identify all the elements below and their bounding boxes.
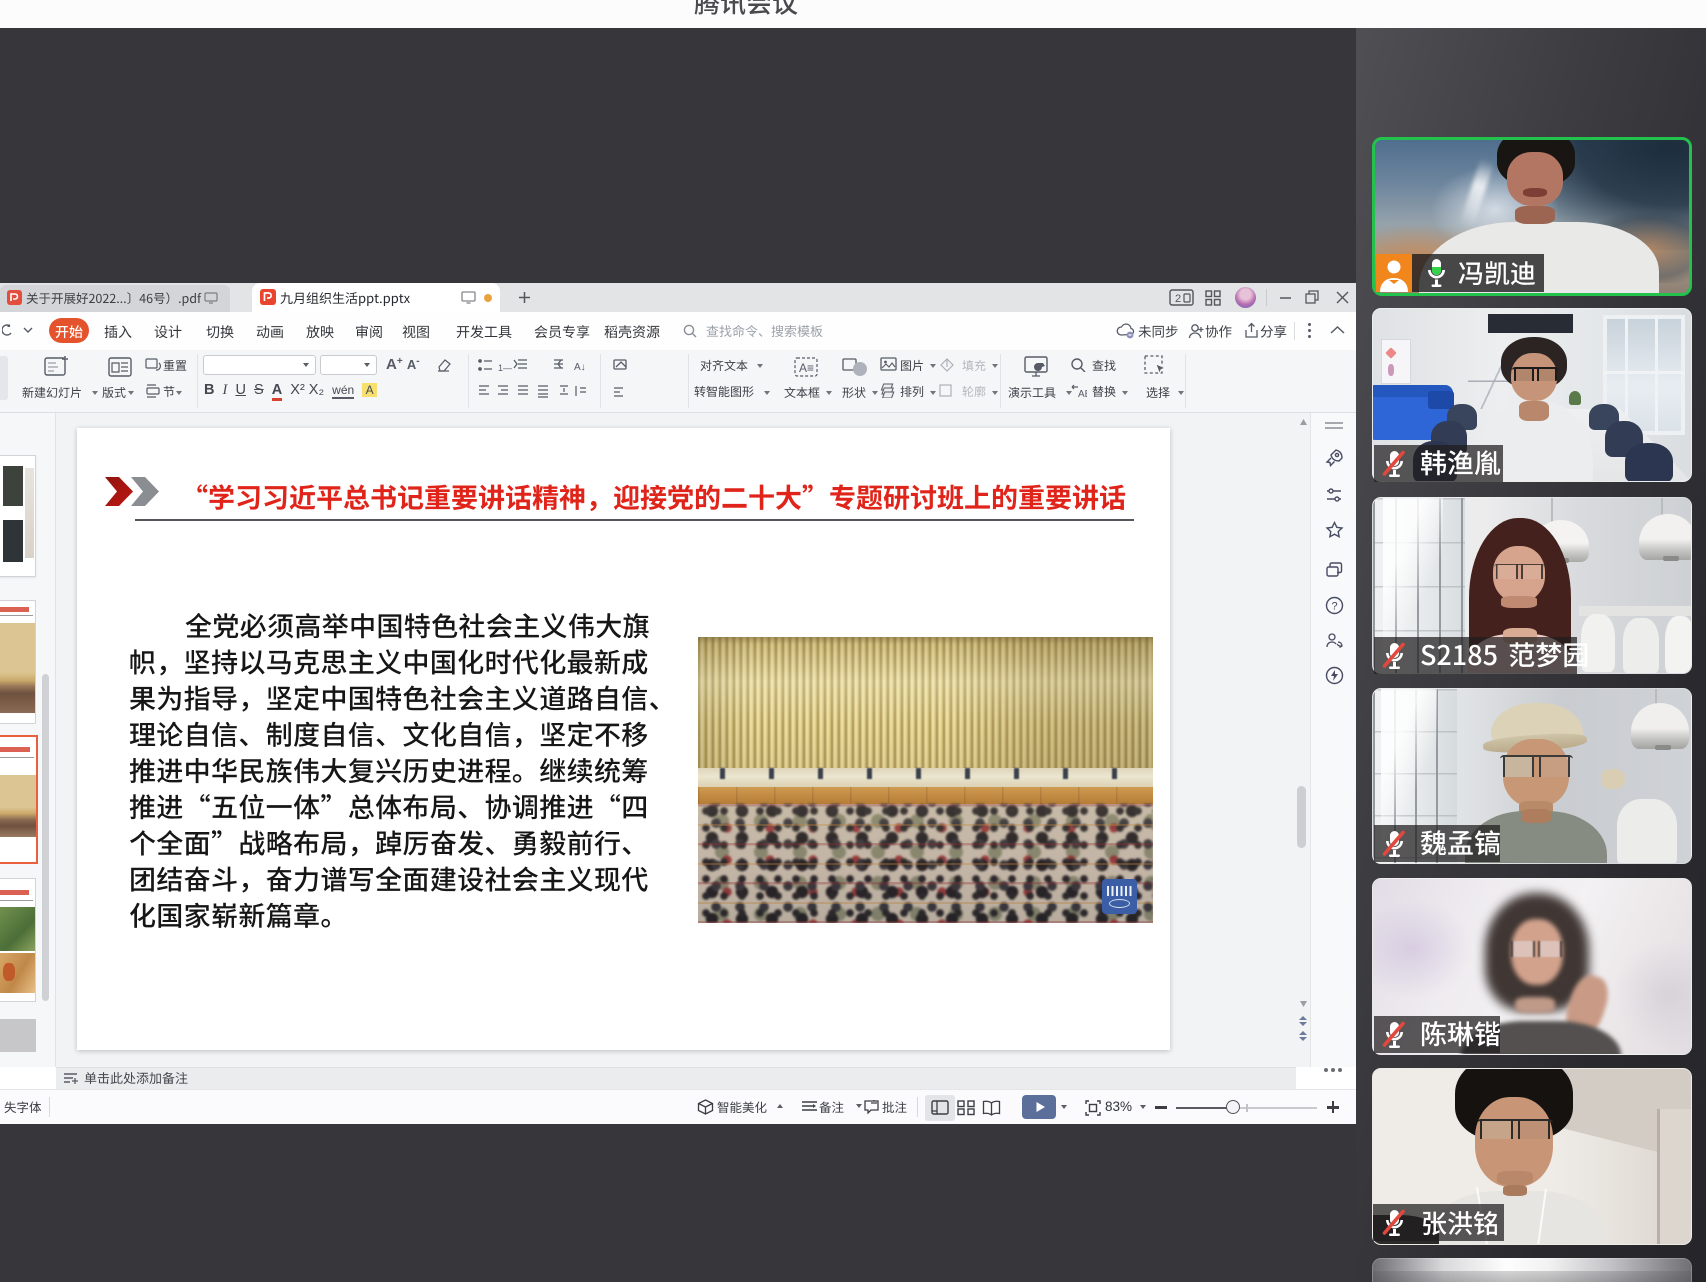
svg-text:2: 2: [1175, 293, 1181, 305]
svg-text:A↓: A↓: [574, 362, 586, 372]
svg-text:A≡: A≡: [799, 361, 814, 375]
svg-text:AB: AB: [1078, 389, 1087, 398]
svg-text:?: ?: [1332, 601, 1338, 613]
svg-text:1—: 1—: [498, 363, 512, 372]
